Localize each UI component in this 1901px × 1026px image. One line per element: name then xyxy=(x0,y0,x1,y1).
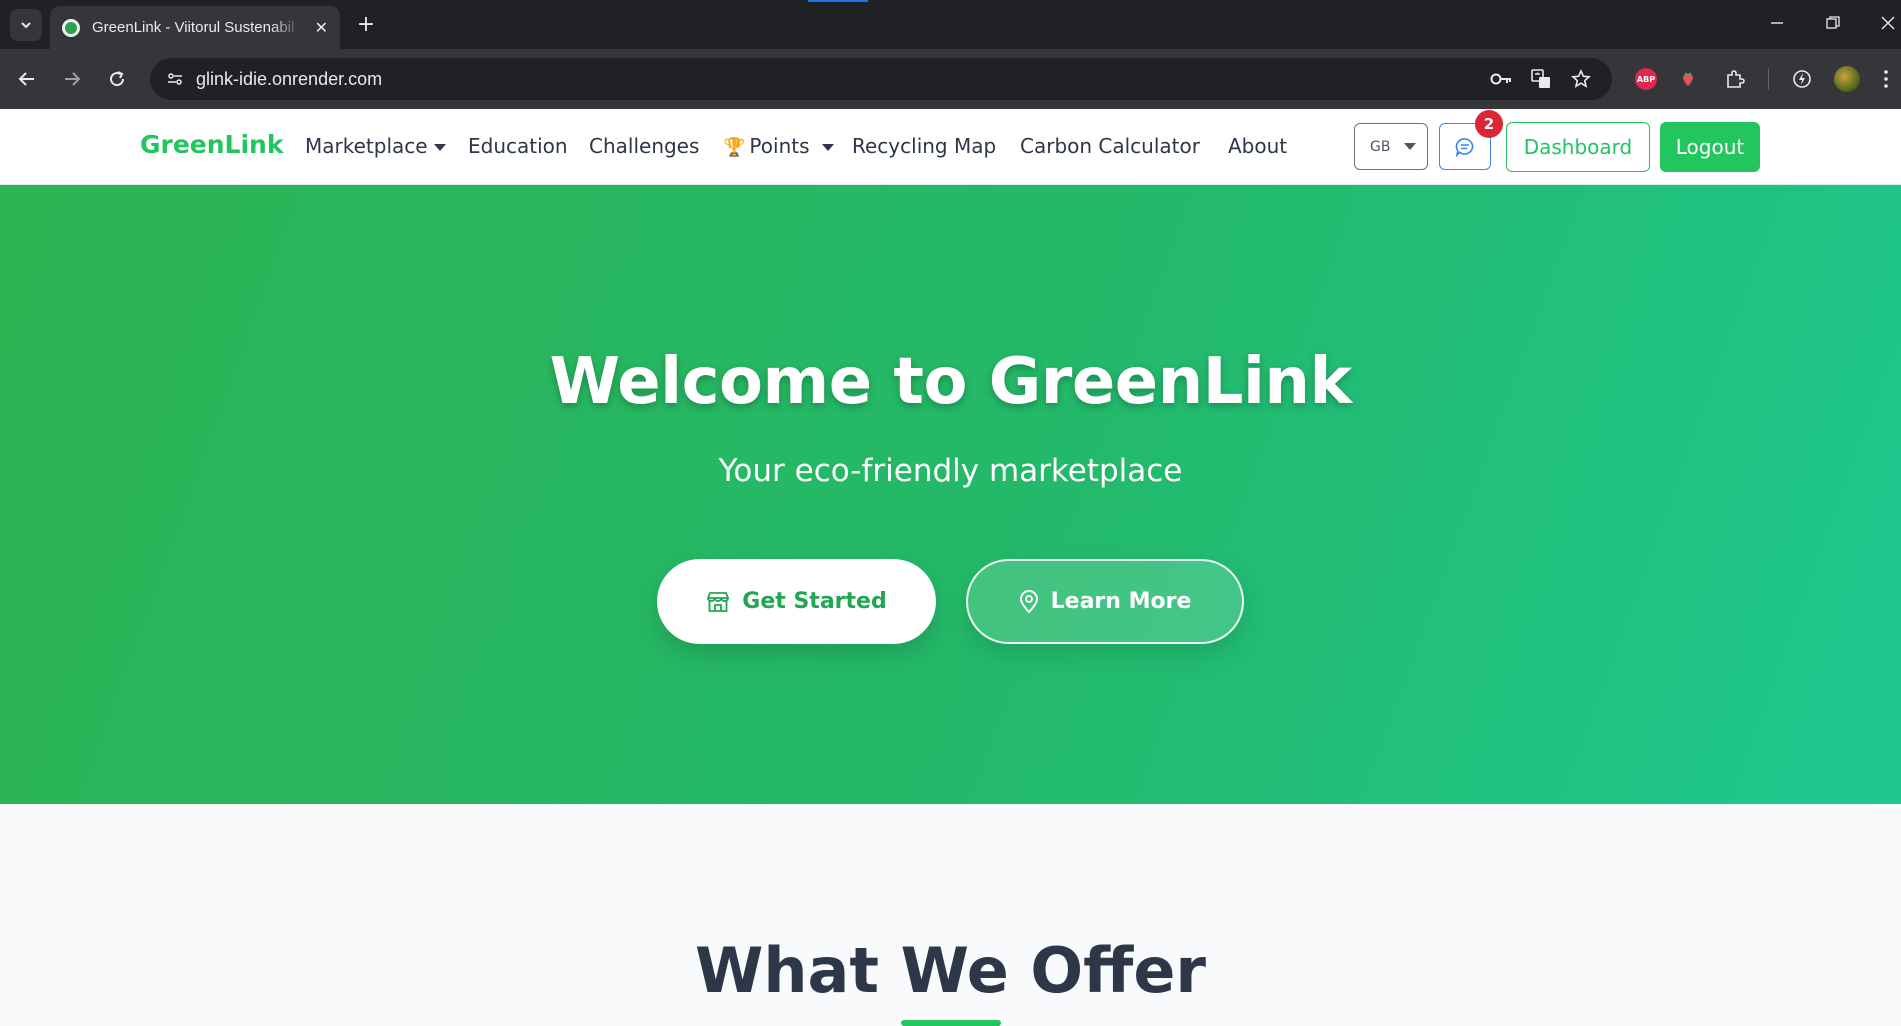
profile-avatar[interactable] xyxy=(1831,63,1863,95)
title-underline xyxy=(901,1020,1001,1026)
hero-title: Welcome to GreenLink xyxy=(549,345,1352,419)
address-bar[interactable]: glink-idie.onrender.com xyxy=(150,58,1612,100)
hero-subtitle: Your eco-friendly marketplace xyxy=(718,453,1183,489)
new-tab-button[interactable]: + xyxy=(352,10,380,38)
restore-icon[interactable] xyxy=(1815,8,1851,38)
adblock-plus-label: ABP xyxy=(1635,68,1657,90)
language-code: GB xyxy=(1370,138,1391,155)
nav-recycling-map[interactable]: Recycling Map xyxy=(852,134,996,158)
bookmark-star-icon[interactable] xyxy=(1566,64,1596,94)
translate-icon[interactable] xyxy=(1526,64,1556,94)
close-window-icon[interactable] xyxy=(1870,8,1901,38)
nav-challenges[interactable]: Challenges xyxy=(589,134,699,158)
offer-title: What We Offer xyxy=(695,934,1206,1007)
language-selector[interactable]: GB xyxy=(1354,123,1428,170)
browser-toolbar: glink-idie.onrender.com ABP xyxy=(0,49,1901,109)
nav-marketplace-label: Marketplace xyxy=(305,134,428,158)
tab-strip-indicator xyxy=(808,0,868,2)
tab-close-icon[interactable]: ✕ xyxy=(315,18,328,37)
chevron-down-icon xyxy=(21,22,31,29)
brand-logo[interactable]: GreenLink xyxy=(140,130,283,159)
browser-menu-icon[interactable] xyxy=(1876,63,1896,95)
get-started-label: Get Started xyxy=(742,589,887,614)
forward-icon[interactable] xyxy=(56,63,88,95)
browser-tab-strip: GreenLink - Viitorul Sustenabil ✕ + xyxy=(0,0,1901,49)
learn-more-button[interactable]: Learn More xyxy=(966,559,1244,644)
reload-icon[interactable] xyxy=(101,63,133,95)
nav-points[interactable]: 🏆 Points xyxy=(723,134,834,158)
url-text[interactable]: glink-idie.onrender.com xyxy=(196,69,382,90)
chat-bubble-icon xyxy=(1455,137,1474,157)
performance-icon[interactable] xyxy=(1786,63,1818,95)
logout-button[interactable]: Logout xyxy=(1660,122,1760,172)
toolbar-divider xyxy=(1768,68,1769,90)
get-started-button[interactable]: Get Started xyxy=(657,559,936,644)
hero-section: Welcome to GreenLink Your eco-friendly m… xyxy=(0,185,1901,804)
greenlink-favicon-icon xyxy=(62,18,80,37)
browser-tab-active[interactable]: GreenLink - Viitorul Sustenabil ✕ xyxy=(50,6,340,49)
trophy-icon: 🏆 xyxy=(723,137,746,158)
extensions-puzzle-icon[interactable] xyxy=(1719,63,1751,95)
site-info-icon[interactable] xyxy=(160,64,190,94)
nav-points-label: Points xyxy=(749,134,810,158)
avatar xyxy=(1834,66,1860,92)
nav-carbon-calculator[interactable]: Carbon Calculator xyxy=(1020,134,1200,158)
caret-down-icon xyxy=(1404,143,1417,150)
map-pin-icon xyxy=(1019,589,1039,614)
offer-section: What We Offer xyxy=(0,804,1901,1026)
caret-down-icon xyxy=(433,144,446,151)
back-icon[interactable] xyxy=(11,63,43,95)
nav-marketplace[interactable]: Marketplace xyxy=(305,134,446,158)
nav-education[interactable]: Education xyxy=(468,134,568,158)
caret-down-icon xyxy=(821,144,834,151)
adblock-plus-icon[interactable]: ABP xyxy=(1630,63,1662,95)
nav-about[interactable]: About xyxy=(1228,134,1287,158)
dashboard-button[interactable]: Dashboard xyxy=(1506,122,1650,172)
store-icon xyxy=(706,591,730,613)
notification-badge: 2 xyxy=(1475,110,1503,138)
tab-title: GreenLink - Viitorul Sustenabil xyxy=(92,19,295,36)
password-key-icon[interactable] xyxy=(1486,64,1516,94)
site-navbar: GreenLink Marketplace Education Challeng… xyxy=(0,109,1901,185)
learn-more-label: Learn More xyxy=(1050,589,1192,614)
tab-search-button[interactable] xyxy=(10,9,42,41)
extension-strawberry-icon[interactable] xyxy=(1672,63,1704,95)
minimize-icon[interactable] xyxy=(1759,8,1795,38)
